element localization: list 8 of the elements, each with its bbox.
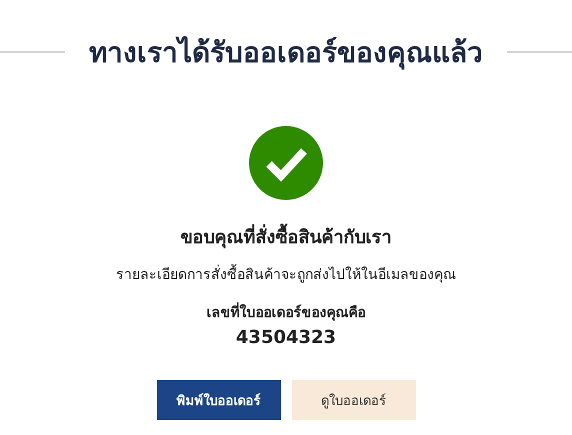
thank-you-heading: ขอบคุณที่สั่งซื้อสินค้ากับเรา [180, 222, 392, 251]
print-order-button[interactable]: พิมพ์ใบออเดอร์ [156, 380, 280, 420]
order-number-label: เลขที่ใบออเดอร์ของคุณคือ [206, 301, 366, 323]
page-title: ทางเราได้รับออเดอร์ของคุณแล้ว [89, 35, 483, 72]
check-icon [249, 126, 323, 200]
email-message: รายละเอียดการสั่งซื้อสินค้าจะถูกส่งไปให้ในอีเมลของคุณ [116, 263, 456, 285]
view-order-button[interactable]: ดูใบออเดอร์ [292, 380, 416, 420]
order-number: 43504323 [236, 327, 336, 348]
